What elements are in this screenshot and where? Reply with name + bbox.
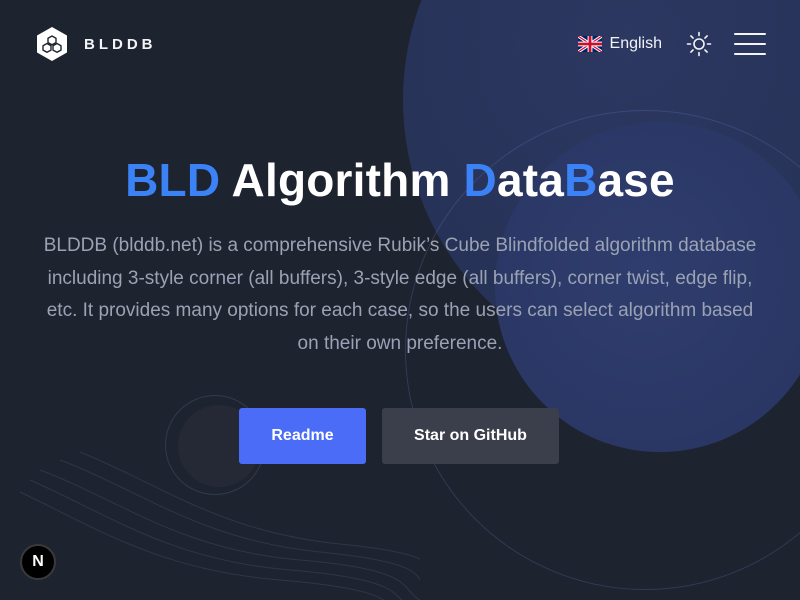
menu-bar xyxy=(734,43,766,45)
sun-icon[interactable] xyxy=(686,31,712,57)
readme-button[interactable]: Readme xyxy=(239,408,366,464)
menu-bar xyxy=(734,33,766,35)
hero-actions: Readme Star on GitHub xyxy=(0,408,800,464)
title-part-algorithm: Algorithm xyxy=(220,154,464,206)
cube-hex-logo-icon[interactable] xyxy=(36,26,68,62)
nextjs-icon[interactable]: N xyxy=(20,544,56,580)
hero-description: BLDDB (blddb.net) is a comprehensive Rub… xyxy=(43,235,757,354)
menu-bar xyxy=(734,53,766,55)
hero-section: BLD Algorithm DataBase BLDDB (blddb.net)… xyxy=(0,150,800,360)
title-part-ata: ata xyxy=(496,154,565,206)
brand-name: BLDDB xyxy=(84,35,157,53)
title-part-bld: BLD xyxy=(125,154,221,206)
title-part-d: D xyxy=(463,154,497,206)
top-navbar: BLDDB English xyxy=(0,0,800,88)
star-on-github-button[interactable]: Star on GitHub xyxy=(382,408,559,464)
language-label: English xyxy=(609,35,662,52)
title-part-b: B xyxy=(564,154,598,206)
brand[interactable]: BLDDB xyxy=(36,26,157,62)
background-wave-lines xyxy=(19,451,420,600)
hamburger-menu-icon[interactable] xyxy=(734,33,766,55)
navbar-actions: English xyxy=(577,31,766,57)
hero-title: BLD Algorithm DataBase xyxy=(0,150,800,210)
language-selector[interactable]: English xyxy=(577,35,662,53)
uk-flag-icon xyxy=(577,36,602,52)
title-part-ase: ase xyxy=(597,154,675,206)
